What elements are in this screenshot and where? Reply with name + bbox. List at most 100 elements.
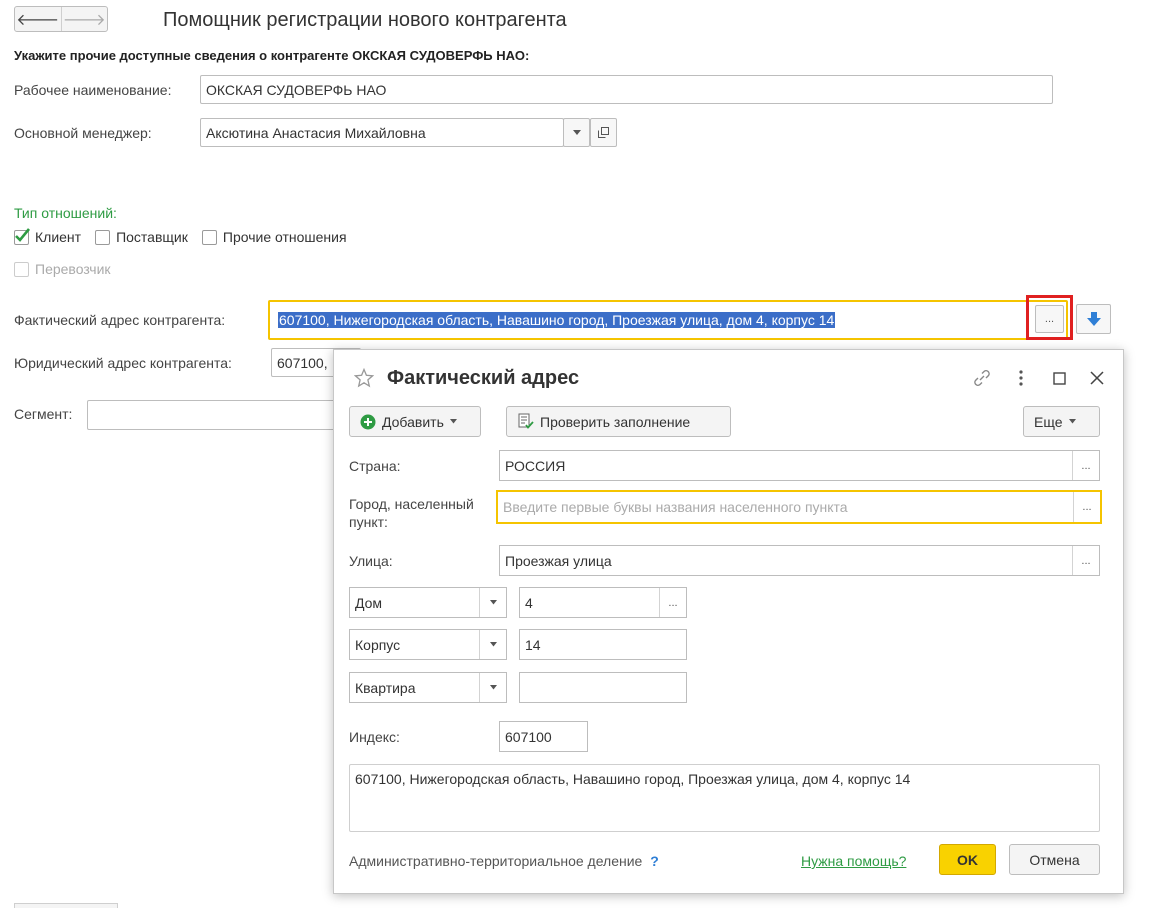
building-type-dropdown[interactable] <box>479 630 506 659</box>
dialog-title: Фактический адрес <box>387 367 580 389</box>
checkmark-icon <box>15 227 31 242</box>
cancel-button-label: Отмена <box>1029 851 1080 868</box>
apartment-type-dropdown[interactable] <box>479 673 506 702</box>
plus-circle-icon <box>360 414 376 429</box>
full-address-value: 607100, Нижегородская область, Навашино … <box>355 771 911 787</box>
add-button[interactable]: Добавить <box>349 406 481 437</box>
city-select-button[interactable]: ... <box>1073 492 1100 522</box>
cancel-button[interactable]: Отмена <box>1009 844 1100 875</box>
supplier-checkbox[interactable] <box>95 229 111 245</box>
page-title: Помощник регистрации нового контрагента <box>163 9 567 31</box>
other-label: Прочие отношения <box>222 229 347 245</box>
work-name-value: ОКСКАЯ СУДОВЕРФЬ НАО <box>206 81 387 98</box>
relation-carrier: Перевозчик <box>14 261 111 277</box>
help-question-icon[interactable]: ? <box>650 853 659 869</box>
chevron-down-icon <box>449 419 457 424</box>
country-value: РОССИЯ <box>505 457 566 474</box>
building-type-value: Корпус <box>355 636 401 653</box>
street-select-button[interactable]: ... <box>1072 546 1099 575</box>
carrier-label: Перевозчик <box>35 261 111 277</box>
house-value: 4 <box>525 594 533 611</box>
page-subtitle: Укажите прочие доступные сведения о конт… <box>14 48 530 63</box>
relations-title: Тип отношений: <box>14 205 117 221</box>
house-type-select[interactable]: Дом <box>349 587 507 618</box>
legal-address-value: 607100, <box>277 354 328 371</box>
house-type-dropdown[interactable] <box>479 588 506 617</box>
house-select-button[interactable]: ... <box>659 588 686 617</box>
legal-address-label: Юридический адрес контрагента: <box>14 355 232 371</box>
actual-address-input[interactable]: 607100, Нижегородская область, Навашино … <box>268 300 1068 340</box>
ellipsis-icon: ... <box>1081 459 1091 472</box>
chevron-down-icon <box>1068 419 1076 424</box>
chevron-down-icon <box>489 600 497 605</box>
ellipsis-icon: ... <box>1082 501 1092 513</box>
city-label: Город, населенный пункт: <box>349 496 474 530</box>
building-value: 14 <box>525 636 541 653</box>
relation-supplier[interactable]: Поставщик <box>95 229 188 245</box>
relations-group: Клиент Поставщик Прочие отношения <box>14 227 347 245</box>
apartment-input[interactable] <box>519 672 687 703</box>
ellipsis-icon: ... <box>1044 313 1055 325</box>
manager-label: Основной менеджер: <box>14 125 152 141</box>
more-vertical-icon[interactable] <box>1018 369 1024 387</box>
building-type-select[interactable]: Корпус <box>349 629 507 660</box>
relation-client[interactable]: Клиент <box>14 227 82 245</box>
back-button[interactable]: 🡐 <box>15 7 61 31</box>
link-icon[interactable] <box>971 367 993 389</box>
admin-division-label: Административно-территориальное деление … <box>349 853 659 869</box>
relation-other[interactable]: Прочие отношения <box>201 229 347 245</box>
ellipsis-icon: ... <box>1081 554 1091 567</box>
chevron-down-icon <box>572 129 581 135</box>
more-button[interactable]: Еще <box>1023 406 1100 437</box>
segment-input[interactable] <box>87 400 357 430</box>
arrow-left-icon: 🡐 <box>16 11 60 29</box>
country-input[interactable]: РОССИЯ ... <box>499 450 1100 481</box>
chevron-down-icon <box>489 642 497 647</box>
open-window-icon <box>598 127 609 138</box>
forward-button[interactable]: 🡒 <box>60 7 108 31</box>
admin-division-text: Административно-территориальное деление <box>349 853 643 869</box>
check-fill-button[interactable]: Проверить заполнение <box>506 406 731 437</box>
help-link[interactable]: Нужна помощь? <box>801 853 906 869</box>
nav-buttons: 🡐 🡒 <box>14 6 108 32</box>
client-label: Клиент <box>35 229 82 245</box>
actual-address-dialog: Фактический адрес Добавить Проверить зап… <box>333 349 1124 894</box>
maximize-icon[interactable] <box>1053 372 1066 385</box>
copy-address-down-button[interactable] <box>1076 304 1111 334</box>
ellipsis-icon: ... <box>668 596 678 609</box>
index-label: Индекс: <box>349 729 400 745</box>
arrow-down-icon <box>1086 312 1101 326</box>
street-label: Улица: <box>349 553 393 569</box>
ok-button[interactable]: OK <box>939 844 996 875</box>
other-checkbox[interactable] <box>201 229 217 245</box>
apartment-type-select[interactable]: Квартира <box>349 672 507 703</box>
actual-address-value: 607100, Нижегородская область, Навашино … <box>278 312 836 328</box>
manager-dropdown-button[interactable] <box>563 118 590 147</box>
star-icon[interactable] <box>354 368 374 388</box>
street-input[interactable]: Проезжая улица ... <box>499 545 1100 576</box>
ok-button-label: OK <box>957 851 978 868</box>
full-address-textarea[interactable]: 607100, Нижегородская область, Навашино … <box>349 764 1100 832</box>
supplier-label: Поставщик <box>116 229 188 245</box>
work-name-input[interactable]: ОКСКАЯ СУДОВЕРФЬ НАО <box>200 75 1053 104</box>
country-select-button[interactable]: ... <box>1072 451 1099 480</box>
index-input[interactable]: 607100 <box>499 721 588 752</box>
carrier-checkbox <box>14 261 29 277</box>
manager-select[interactable]: Аксютина Анастасия Михайловна <box>200 118 564 147</box>
check-fill-label: Проверить заполнение <box>540 413 691 430</box>
house-type-value: Дом <box>355 594 383 611</box>
index-value: 607100 <box>505 728 552 745</box>
manager-value: Аксютина Анастасия Михайловна <box>206 124 426 141</box>
check-document-icon <box>518 413 534 429</box>
apartment-type-value: Квартира <box>355 679 416 696</box>
client-checkbox[interactable] <box>14 227 31 245</box>
close-icon[interactable] <box>1090 371 1104 385</box>
house-input[interactable]: 4 ... <box>519 587 687 618</box>
city-input[interactable]: Введите первые буквы названия населенног… <box>496 490 1102 524</box>
actual-address-select-button[interactable]: ... <box>1035 305 1064 333</box>
more-button-label: Еще <box>1034 413 1063 430</box>
building-input[interactable]: 14 <box>519 629 687 660</box>
work-name-label: Рабочее наименование: <box>14 82 172 98</box>
manager-open-button[interactable] <box>590 118 617 147</box>
bottom-button-edge <box>14 903 118 908</box>
